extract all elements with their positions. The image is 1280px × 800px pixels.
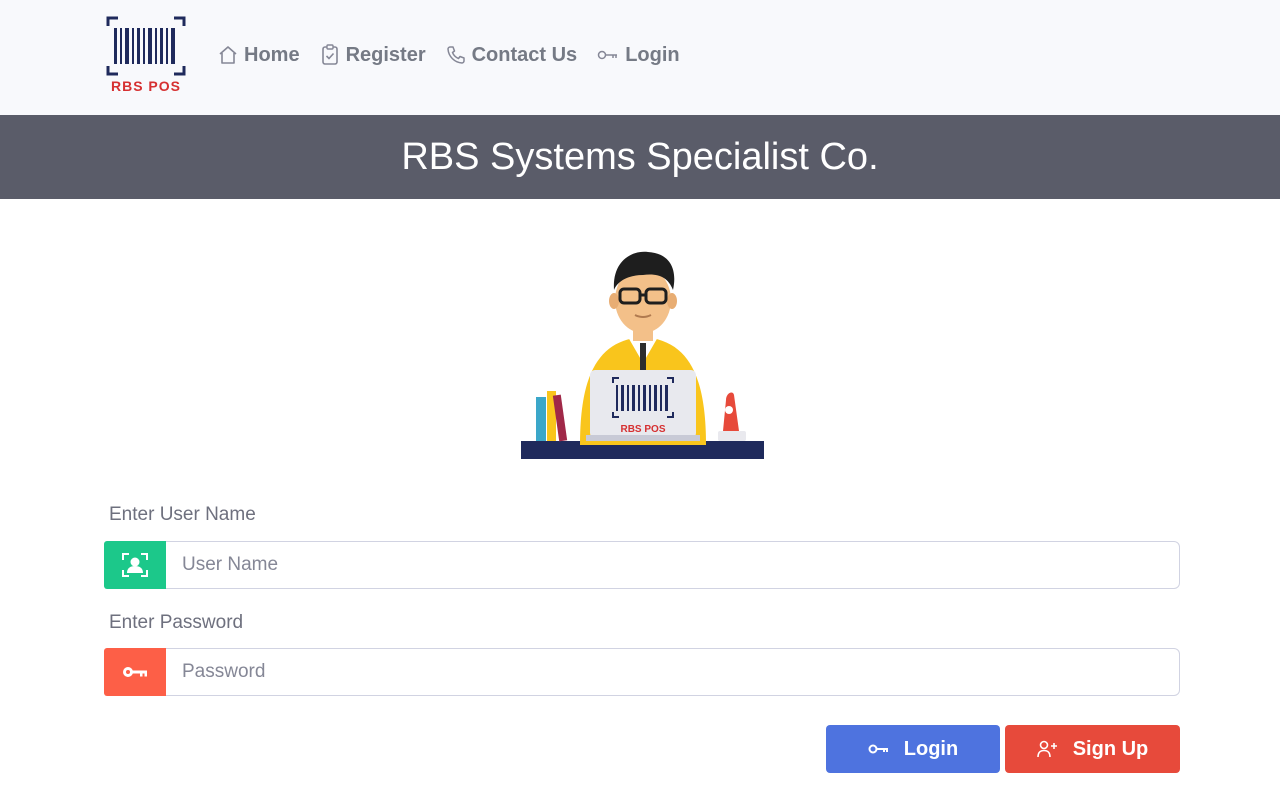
- home-icon: [219, 46, 237, 64]
- signup-button-label: Sign Up: [1072, 737, 1149, 760]
- nav-contact[interactable]: Contact Us: [446, 43, 578, 67]
- cashier-illustration-image: RBS POS: [521, 251, 764, 459]
- brand-logo[interactable]: RBS POS: [106, 16, 186, 96]
- barcode-icon: [106, 16, 186, 76]
- top-navbar: RBS POS Home Register Contact Us Login: [0, 0, 1280, 115]
- username-label: Enter User Name: [109, 504, 256, 525]
- password-addon: [104, 648, 166, 696]
- nav-register[interactable]: Register: [320, 44, 426, 67]
- main-nav: Home Register Contact Us Login: [218, 40, 700, 70]
- laptop-screen-text: RBS POS: [620, 424, 665, 435]
- password-label: Enter Password: [109, 612, 244, 633]
- signup-button[interactable]: Sign Up: [1005, 725, 1180, 773]
- add-user-icon: [1036, 740, 1057, 758]
- username-input-group: [104, 541, 1180, 589]
- page-title: RBS Systems Specialist Co.: [401, 135, 879, 178]
- key-icon: [868, 744, 888, 754]
- title-banner: RBS Systems Specialist Co.: [0, 115, 1280, 199]
- password-input[interactable]: [166, 648, 1180, 696]
- nav-register-label: Register: [345, 43, 426, 66]
- nav-home[interactable]: Home: [218, 44, 300, 67]
- username-input[interactable]: [166, 541, 1180, 589]
- key-icon: [123, 667, 147, 677]
- key-icon: [597, 50, 618, 60]
- nav-login-label: Login: [625, 43, 680, 66]
- cashier-illustration: RBS POS: [518, 245, 768, 465]
- phone-icon: [446, 46, 465, 64]
- user-badge-icon: [122, 553, 148, 577]
- login-button[interactable]: Login: [826, 725, 1000, 773]
- username-addon: [104, 541, 166, 589]
- login-button-label: Login: [903, 737, 959, 760]
- nav-home-label: Home: [244, 43, 300, 66]
- password-input-group: [104, 648, 1180, 696]
- nav-login[interactable]: Login: [597, 43, 680, 67]
- brand-logo-text: RBS POS: [110, 78, 181, 94]
- clipboard-icon: [321, 44, 338, 65]
- nav-contact-label: Contact Us: [471, 43, 578, 66]
